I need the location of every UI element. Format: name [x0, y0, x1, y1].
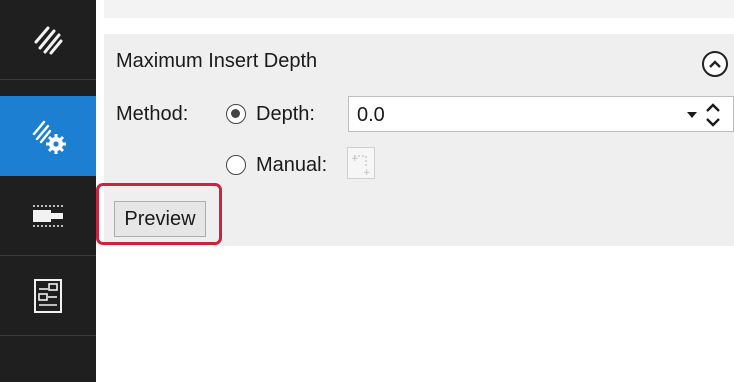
insert-icon [33, 204, 63, 227]
panel-title: Maximum Insert Depth [116, 50, 318, 72]
stripes-icon [34, 26, 63, 54]
depth-input[interactable] [348, 96, 734, 132]
depth-value-field[interactable] [355, 101, 669, 129]
manual-radio[interactable] [226, 155, 246, 175]
sidebar-item-insert[interactable] [0, 176, 96, 256]
chevron-up-icon [709, 60, 721, 68]
layout-panel-icon [34, 278, 62, 313]
max-insert-depth-panel: Maximum Insert Depth Method: Depth: Manu… [104, 34, 734, 246]
sidebar-item-layout[interactable] [0, 256, 96, 336]
preview-button[interactable]: Preview [114, 201, 206, 237]
dropdown-spinner-icon[interactable] [683, 101, 727, 129]
sidebar [0, 0, 96, 382]
method-label: Method: [116, 103, 189, 125]
manual-pick-button[interactable]: + + [347, 147, 375, 179]
sidebar-item-stripes-gear[interactable] [0, 96, 96, 176]
collapse-button[interactable] [702, 51, 728, 77]
svg-text:+: + [351, 154, 359, 164]
stripes-gear-icon [32, 120, 66, 154]
depth-radio[interactable] [226, 104, 246, 124]
svg-text:+: + [363, 168, 371, 178]
sidebar-item-stripes[interactable] [0, 0, 96, 80]
depth-option-label: Depth: [256, 103, 315, 125]
pick-point-icon: + + [351, 154, 371, 178]
previous-panel-edge [104, 0, 734, 18]
manual-option-label: Manual: [256, 154, 328, 176]
